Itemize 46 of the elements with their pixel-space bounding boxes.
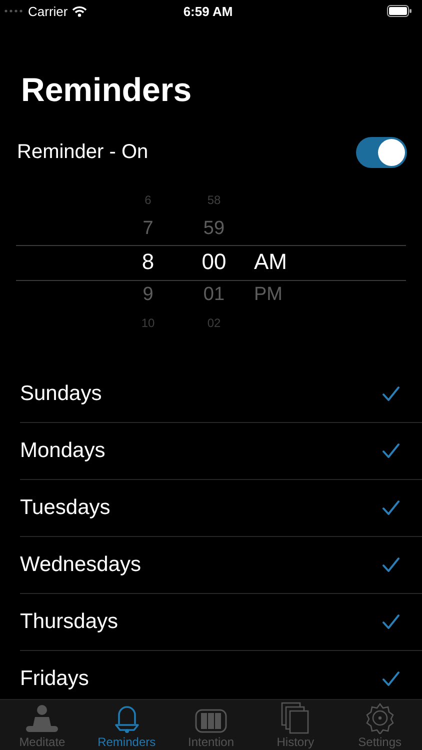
picker-value[interactable]: 9 — [142, 279, 154, 311]
day-label: Tuesdays — [20, 496, 110, 520]
picker-value[interactable]: PM — [254, 279, 282, 311]
day-row[interactable]: Tuesdays — [20, 480, 422, 537]
picker-value[interactable]: 01 — [203, 279, 225, 311]
checkmark-icon — [382, 614, 400, 630]
page-title: Reminders — [21, 70, 193, 110]
picker-value[interactable]: 58 — [207, 188, 221, 212]
meditating-figure-icon — [26, 704, 58, 734]
day-label: Fridays — [20, 667, 89, 691]
checkmark-icon — [382, 386, 400, 402]
checkmark-icon — [382, 500, 400, 516]
carrier-name: Carrier — [28, 4, 68, 18]
picker-value[interactable]: 59 — [203, 212, 225, 245]
day-label: Sundays — [20, 382, 102, 406]
picker-value[interactable]: 10 — [141, 311, 155, 334]
picker-value[interactable]: 8 — [142, 245, 154, 279]
day-row[interactable]: Mondays — [20, 423, 422, 480]
tab-button[interactable]: Settings — [338, 700, 422, 750]
reminder-switch[interactable] — [356, 136, 407, 168]
picker-value[interactable]: 02 — [207, 311, 221, 334]
battery-icon — [387, 5, 412, 17]
picker-value[interactable]: 00 — [202, 245, 226, 279]
tab-button[interactable]: Reminders — [84, 700, 169, 750]
day-label: Thursdays — [20, 610, 118, 634]
checkmark-icon — [382, 557, 400, 573]
wifi-icon — [72, 6, 87, 16]
settings-icon — [364, 702, 396, 734]
picker-value[interactable]: AM — [254, 245, 287, 279]
status-time: 6:59 AM — [183, 4, 233, 18]
signal-icon — [4, 9, 24, 13]
reminder-label: Reminder - On — [17, 140, 148, 164]
day-row[interactable]: Sundays — [20, 366, 422, 423]
day-label: Wednesdays — [20, 553, 142, 577]
tab-button[interactable]: Meditate — [0, 700, 84, 750]
stacked-pages-icon — [281, 702, 310, 734]
picker-value[interactable]: 7 — [142, 212, 154, 245]
bars-panel-icon — [195, 708, 228, 734]
checkmark-icon — [382, 671, 400, 687]
day-row[interactable]: Thursdays — [20, 594, 422, 651]
checkmark-icon — [382, 443, 400, 459]
day-label: Mondays — [20, 439, 106, 463]
day-row[interactable]: Wednesdays — [20, 537, 422, 594]
tab-button[interactable]: History — [253, 700, 338, 750]
tab-button[interactable]: Intention — [168, 700, 254, 750]
picker-value[interactable]: 6 — [144, 188, 152, 212]
